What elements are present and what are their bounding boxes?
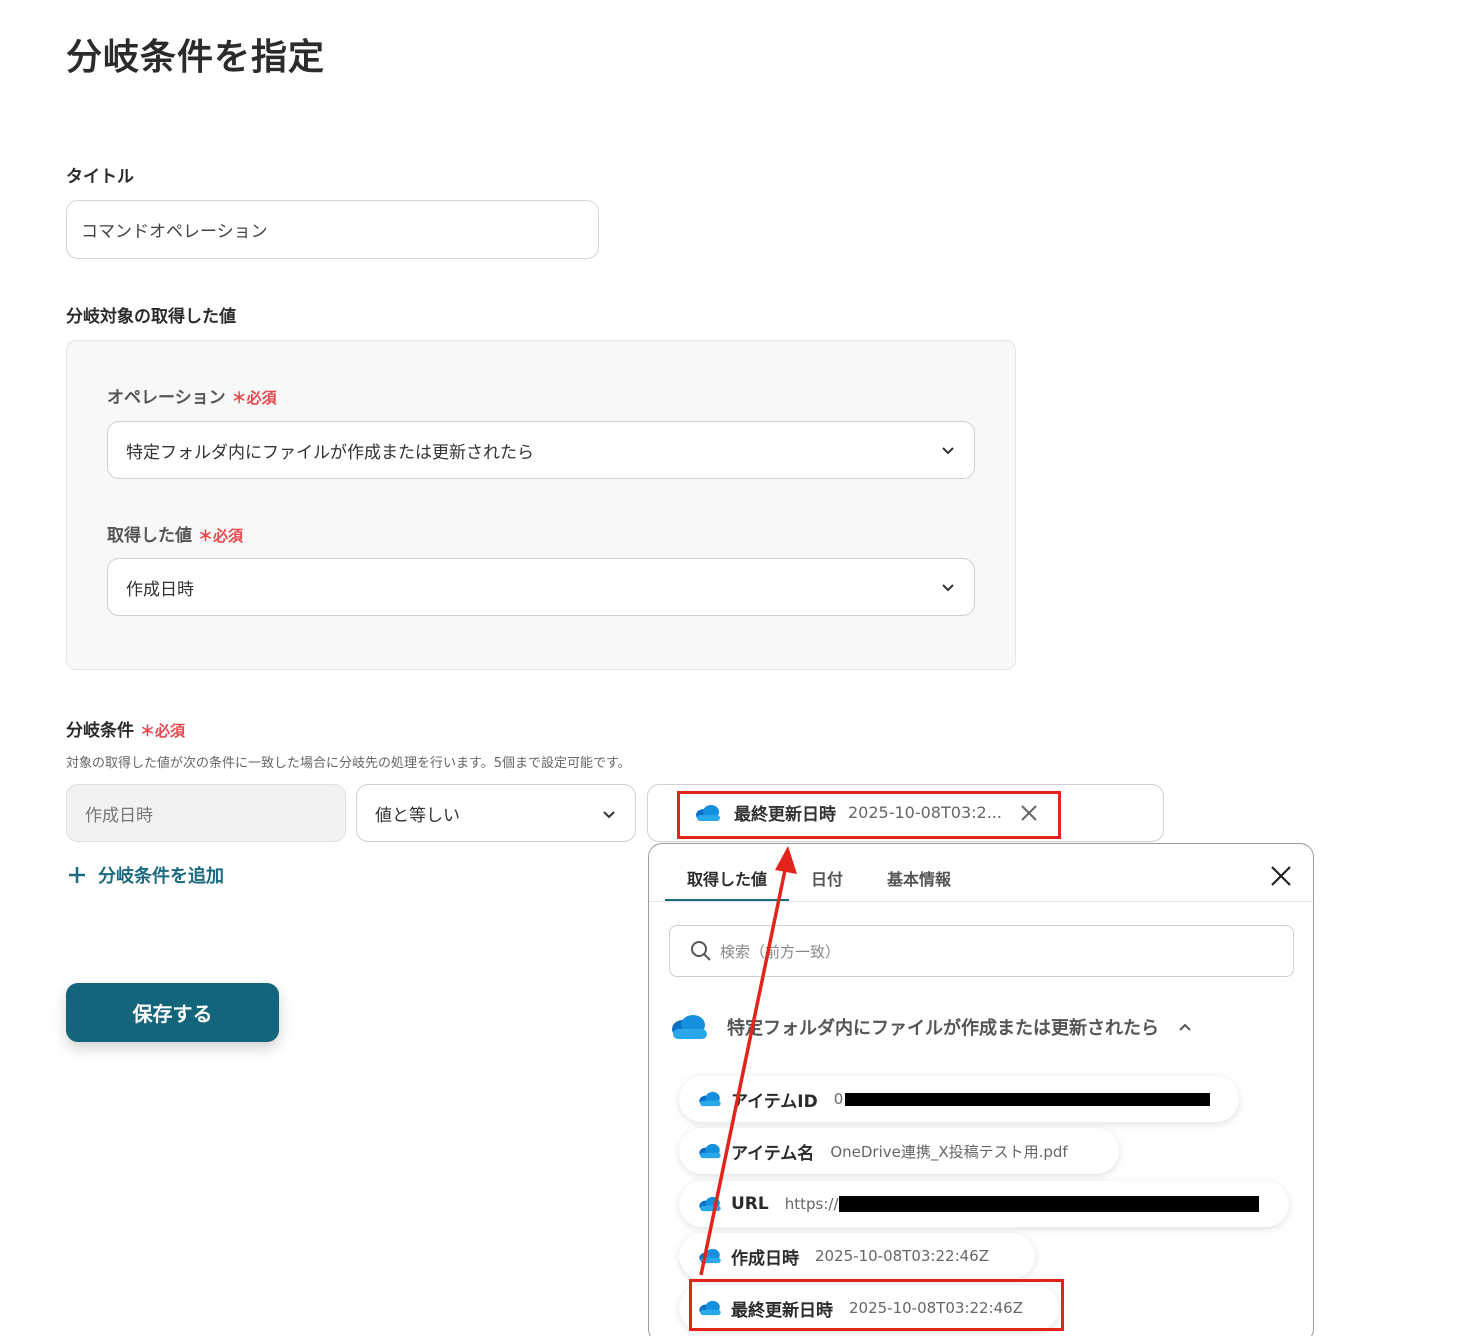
chevron-down-icon <box>942 447 954 455</box>
list-item[interactable]: 作成日時 2025-10-08T03:22:46Z <box>679 1233 1035 1279</box>
condition-help-text: 対象の取得した値が次の条件に一致した場合に分岐先の処理を行います。5個まで設定可… <box>66 756 631 771</box>
add-condition-button[interactable]: 分岐条件を追加 <box>66 862 224 888</box>
value-select-value: 作成日時 <box>126 579 194 600</box>
target-panel: オペレーション ＊必須 特定フォルダ内にファイルが作成または更新されたら 取得した… <box>66 340 1016 670</box>
redaction-bar <box>845 1092 1211 1106</box>
highlight-box <box>689 1279 1064 1331</box>
chevron-down-icon <box>603 811 615 819</box>
operation-select[interactable]: 特定フォルダ内にファイルが作成または更新されたら <box>107 421 975 479</box>
onedrive-cloud-icon <box>699 1143 721 1159</box>
operation-group-header[interactable]: 特定フォルダ内にファイルが作成または更新されたら <box>669 1014 1193 1040</box>
item-label: URL <box>731 1194 769 1214</box>
plus-icon <box>69 867 85 883</box>
onedrive-cloud-icon <box>699 1248 721 1264</box>
search-placeholder: 検索（前方一致） <box>720 942 841 961</box>
list-item[interactable]: URL https:// <box>679 1181 1289 1227</box>
search-icon <box>691 941 711 961</box>
operation-label: オペレーション ＊必須 <box>107 388 277 408</box>
item-value: 2025-10-08T03:22:46Z <box>815 1247 989 1265</box>
page-title: 分岐条件を指定 <box>66 37 326 78</box>
tabs-divider <box>649 901 1313 902</box>
onedrive-cloud-icon <box>672 1015 707 1039</box>
condition-label: 分岐条件 ＊必須 <box>66 721 186 741</box>
highlight-box <box>677 791 1061 839</box>
onedrive-cloud-icon <box>699 1091 721 1107</box>
tab-basic-info[interactable]: 基本情報 <box>865 860 973 902</box>
tab-acquired-values[interactable]: 取得した値 <box>665 860 790 902</box>
value-picker-popover: 取得した値 日付 基本情報 検索（前方一致） 特定フォルダ内にファイルが作成また… <box>648 843 1314 1336</box>
item-label: アイテム名 <box>731 1143 815 1164</box>
condition-field-display: 作成日時 <box>66 784 346 842</box>
item-value: https:// <box>784 1195 839 1213</box>
tab-date[interactable]: 日付 <box>789 860 865 902</box>
operator-select-value: 値と等しい <box>375 805 460 826</box>
picker-tabs: 取得した値 日付 基本情報 <box>665 860 973 902</box>
required-badge: ＊必須 <box>198 527 244 545</box>
value-label: 取得した値 ＊必須 <box>107 526 244 546</box>
list-item[interactable]: アイテム名 OneDrive連携_X投稿テスト用.pdf <box>679 1128 1119 1174</box>
target-section-label: 分岐対象の取得した値 <box>66 307 236 327</box>
required-badge: ＊必須 <box>140 722 186 740</box>
item-value: OneDrive連携_X投稿テスト用.pdf <box>830 1142 1068 1161</box>
picker-search-input[interactable]: 検索（前方一致） <box>669 925 1294 977</box>
title-label: タイトル <box>66 167 134 187</box>
chevron-down-icon <box>942 584 954 592</box>
title-input[interactable]: コマンドオペレーション <box>66 200 599 259</box>
close-icon[interactable] <box>1269 864 1293 888</box>
value-select[interactable]: 作成日時 <box>107 558 975 616</box>
onedrive-cloud-icon <box>699 1196 721 1212</box>
save-button[interactable]: 保存する <box>66 983 279 1042</box>
chevron-up-icon <box>1179 1023 1191 1031</box>
item-label: 作成日時 <box>731 1248 799 1269</box>
group-title: 特定フォルダ内にファイルが作成または更新されたら <box>727 1018 1159 1039</box>
list-item[interactable]: アイテムID 0 <box>679 1076 1239 1122</box>
redaction-bar <box>838 1196 1259 1212</box>
add-condition-label: 分岐条件を追加 <box>98 866 224 887</box>
required-badge: ＊必須 <box>231 389 277 407</box>
item-value: 0 <box>833 1090 844 1108</box>
operator-select[interactable]: 値と等しい <box>356 784 636 842</box>
item-label: アイテムID <box>731 1091 818 1112</box>
operation-select-value: 特定フォルダ内にファイルが作成または更新されたら <box>126 442 534 463</box>
